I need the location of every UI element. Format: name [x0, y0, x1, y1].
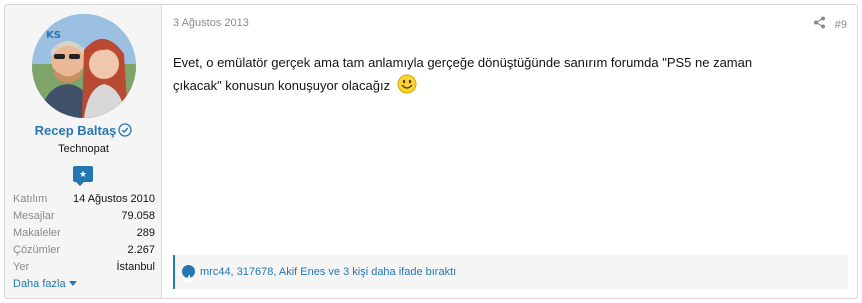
- message-line-2: çıkacak" konusun konuşuyor olacağız: [173, 78, 391, 93]
- post-author-panel: KS Recep Baltaş Technopat ★ Katılım 14 A…: [5, 5, 162, 298]
- stat-label: Çözümler: [13, 244, 61, 256]
- stat-label: Katılım: [13, 193, 48, 205]
- stat-articles: Makaleler 289: [13, 225, 155, 242]
- username[interactable]: Recep Baltaş: [35, 123, 117, 138]
- user-title: Technopat: [58, 143, 109, 155]
- message-line-1: Evet, o emülatör gerçek ama tam anlamıyl…: [173, 55, 753, 70]
- smile-emoji-icon: [397, 74, 417, 101]
- stat-messages: Mesajlar 79.058: [13, 208, 155, 225]
- show-more-button[interactable]: Daha fazla: [13, 278, 77, 290]
- stat-value: 289: [136, 227, 155, 239]
- verified-badge-icon: [118, 123, 132, 140]
- user-avatar[interactable]: KS: [32, 14, 136, 118]
- stat-location: Yer İstanbul: [13, 259, 155, 276]
- post-date[interactable]: 3 Ağustos 2013: [173, 17, 249, 29]
- stat-value: 79.058: [121, 210, 155, 222]
- stat-label: Yer: [13, 261, 30, 273]
- username-link[interactable]: Recep Baltaş: [5, 123, 162, 140]
- stat-label: Mesajlar: [13, 210, 55, 222]
- post-message: Evet, o emülatör gerçek ama tam anlamıyl…: [173, 52, 775, 101]
- chevron-down-icon: [68, 281, 77, 286]
- stat-solutions: Çözümler 2.267: [13, 242, 155, 259]
- reaction-list-link[interactable]: mrc44, 317678, Akif Enes ve 3 kişi daha …: [200, 255, 456, 289]
- reactions-bar: mrc44, 317678, Akif Enes ve 3 kişi daha …: [173, 255, 848, 289]
- stat-value: İstanbul: [116, 261, 155, 273]
- user-stats: Katılım 14 Ağustos 2010 Mesajlar 79.058 …: [13, 191, 155, 276]
- stat-label: Makaleler: [13, 227, 61, 239]
- share-icon[interactable]: [813, 16, 826, 34]
- avatar-photo: KS: [32, 14, 136, 118]
- stat-value: 14 Ağustos 2010: [73, 193, 155, 205]
- show-more-label[interactable]: Daha fazla: [13, 278, 66, 290]
- user-rank-flag-icon: ★: [73, 166, 93, 186]
- post-number-link[interactable]: #9: [835, 19, 847, 31]
- forum-post: KS Recep Baltaş Technopat ★ Katılım 14 A…: [4, 4, 858, 299]
- like-icon: [182, 265, 195, 283]
- stat-value: 2.267: [127, 244, 155, 256]
- avatar-initials: KS: [46, 30, 61, 41]
- post-actions: #9: [813, 16, 847, 34]
- stat-join-date: Katılım 14 Ağustos 2010: [13, 191, 155, 208]
